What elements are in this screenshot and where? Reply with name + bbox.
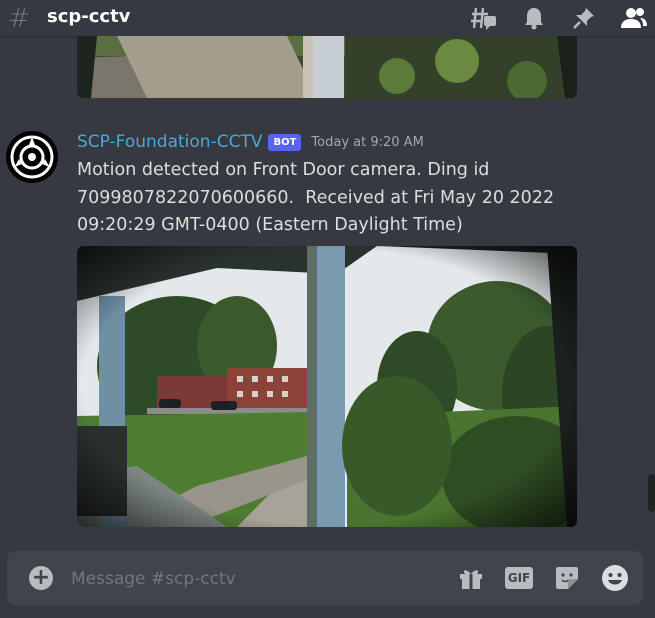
camera-snapshot-image[interactable] (77, 246, 577, 527)
emoji-icon[interactable] (601, 564, 629, 592)
username[interactable]: SCP-Foundation-CCTV (77, 132, 262, 152)
gift-icon[interactable] (457, 564, 485, 592)
channel-hash-icon: # (8, 3, 31, 34)
message-header: SCP-Foundation-CCTV BOT Today at 9:20 AM (77, 130, 424, 154)
bell-icon[interactable] (519, 5, 549, 31)
scrollbar-thumb[interactable] (648, 474, 655, 512)
gif-icon: GIF (505, 567, 533, 589)
channel-header: # scp-cctv (0, 0, 655, 36)
composer-toolbar: GIF (457, 564, 629, 592)
bot-tag: BOT (268, 133, 302, 151)
message-line-2: 7099807822070600660. Received at Fri May… (77, 187, 555, 208)
avatar[interactable] (6, 131, 58, 183)
message-composer: + GIF (7, 551, 643, 605)
header-toolbar (469, 5, 649, 31)
message-line-3: 09:20:29 GMT-0400 (Eastern Daylight Time… (77, 215, 463, 235)
message-input[interactable] (69, 559, 433, 599)
message-timestamp: Today at 9:20 AM (311, 134, 424, 150)
scp-logo-icon (6, 131, 58, 183)
gif-button[interactable]: GIF (505, 564, 533, 592)
message-content: Motion detected on Front Door camera. Di… (77, 157, 637, 240)
add-attachment-button[interactable]: + (29, 566, 53, 590)
previous-camera-snapshot[interactable] (77, 36, 577, 98)
members-icon[interactable] (619, 5, 649, 31)
threads-icon[interactable] (469, 5, 499, 31)
sticker-icon[interactable] (553, 564, 581, 592)
channel-title: scp-cctv (47, 6, 131, 27)
message-line-1: Motion detected on Front Door camera. Di… (77, 160, 490, 180)
pin-icon[interactable] (569, 5, 599, 31)
add-icon: + (31, 565, 51, 590)
